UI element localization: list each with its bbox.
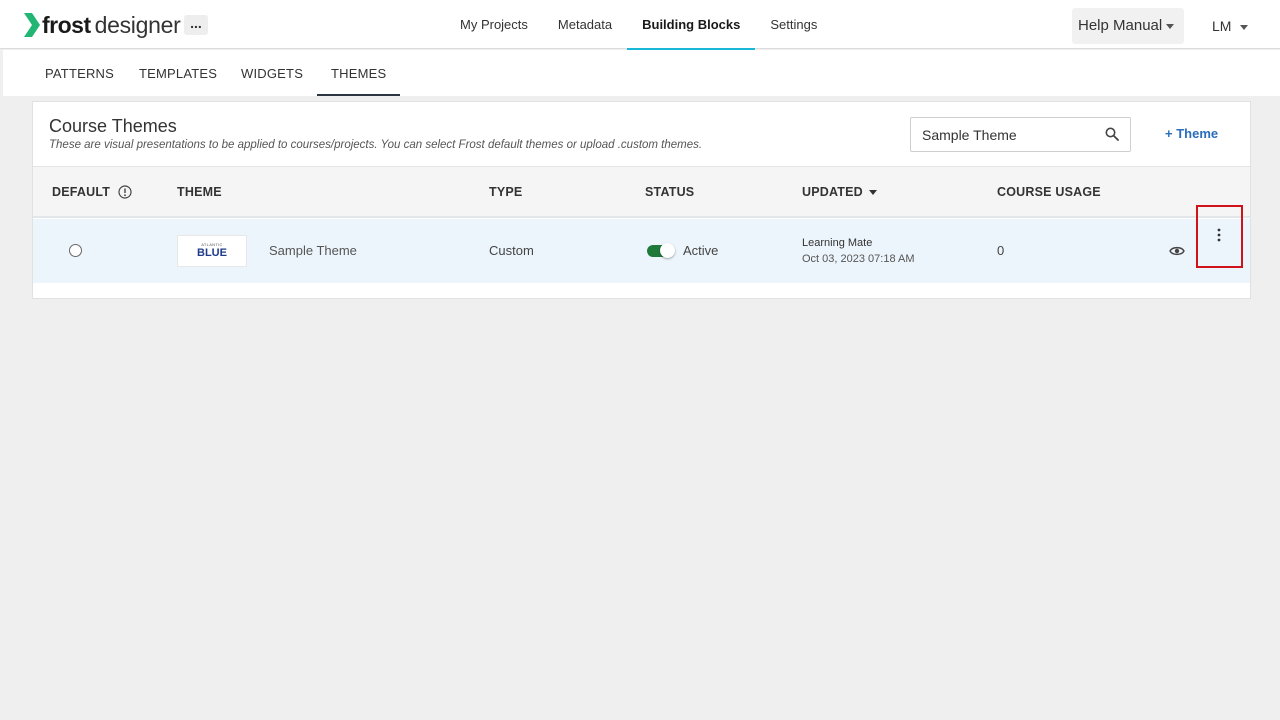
column-status: STATUS [645, 185, 695, 199]
help-manual-dropdown[interactable]: Help Manual [1072, 8, 1184, 44]
status-label: Active [683, 243, 719, 258]
info-icon[interactable] [118, 185, 132, 199]
search-input[interactable] [922, 118, 1102, 151]
user-menu[interactable]: LM [1212, 8, 1249, 44]
page-subtitle: These are visual presentations to be app… [49, 139, 703, 151]
table-row: ATLANTIC BLUE Sample Theme Custom Active… [33, 219, 1250, 283]
page-title: Course Themes [49, 116, 177, 136]
logo-designer-text: designer [94, 11, 181, 38]
column-default-label: DEFAULT [52, 185, 111, 199]
user-initials: LM [1212, 18, 1232, 34]
main-nav: My Projects Metadata Building Blocks Set… [445, 0, 832, 50]
column-type: TYPE [489, 185, 523, 199]
tab-templates[interactable]: TEMPLATES [139, 50, 217, 96]
toggle-knob [660, 243, 675, 258]
default-radio[interactable] [69, 244, 82, 257]
nav-settings[interactable]: Settings [755, 0, 832, 49]
building-blocks-tabs: PATTERNS TEMPLATES WIDGETS THEMES [3, 50, 1280, 96]
sort-desc-icon [868, 190, 877, 196]
column-default: DEFAULT [52, 167, 132, 217]
status-toggle[interactable] [647, 243, 675, 258]
frost-designer-logo[interactable]: frost designer [24, 10, 181, 40]
course-themes-card: Course Themes These are visual presentat… [32, 101, 1251, 299]
nav-my-projects[interactable]: My Projects [445, 0, 543, 49]
top-bar: frost designer ... My Projects Metadata … [0, 0, 1280, 50]
course-usage-count: 0 [997, 243, 1005, 258]
column-course-usage: COURSE USAGE [997, 185, 1101, 199]
tab-patterns[interactable]: PATTERNS [45, 50, 114, 96]
logo-chevron-icon [24, 13, 40, 37]
theme-type: Custom [489, 243, 534, 258]
help-manual-label: Help Manual [1078, 17, 1163, 34]
theme-thumbnail: ATLANTIC BLUE [177, 235, 247, 267]
nav-metadata[interactable]: Metadata [543, 0, 627, 49]
column-updated-label: UPDATED [802, 185, 863, 199]
table-header: DEFAULT THEME TYPE STATUS UPDATED COURSE… [33, 166, 1250, 218]
nav-building-blocks[interactable]: Building Blocks [627, 0, 756, 50]
kebab-menu-icon[interactable] [1217, 227, 1221, 243]
search-icon[interactable] [1105, 127, 1119, 141]
logo-frost-text: frost [42, 11, 91, 38]
caret-down-icon [1166, 23, 1175, 29]
add-theme-button[interactable]: + Theme [1165, 126, 1218, 141]
updated-at: Oct 03, 2023 07:18 AM [802, 253, 915, 265]
tab-widgets[interactable]: WIDGETS [241, 50, 303, 96]
thumbnail-title: BLUE [197, 247, 227, 259]
theme-name: Sample Theme [269, 243, 357, 258]
eye-icon[interactable] [1169, 245, 1185, 257]
more-options-button[interactable]: ... [184, 15, 208, 35]
search-box [910, 117, 1131, 152]
column-theme: THEME [177, 185, 222, 199]
updated-by: Learning Mate [802, 237, 873, 249]
row-actions-menu-highlight[interactable] [1196, 205, 1243, 268]
column-updated[interactable]: UPDATED [802, 167, 877, 217]
caret-down-icon [1240, 24, 1249, 30]
tab-themes[interactable]: THEMES [316, 50, 401, 96]
